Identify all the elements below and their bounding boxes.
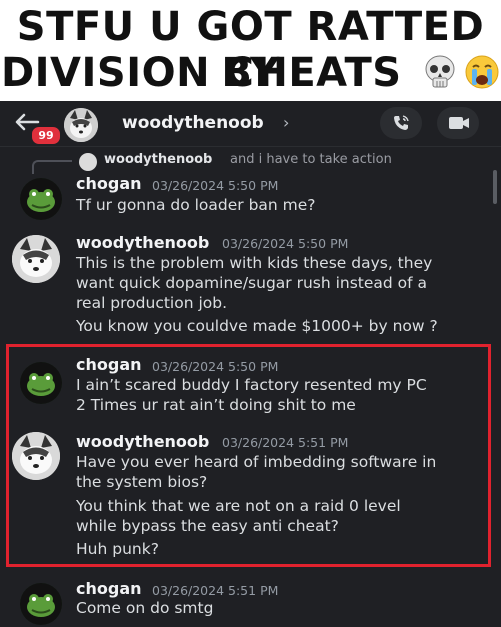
message-text: want quick dopamine/sugar rush instead o…	[76, 274, 428, 292]
message-timestamp: 03/26/2024 5:50 PM	[222, 236, 349, 251]
channel-name[interactable]: woodythenoob	[122, 113, 264, 133]
message-author[interactable]: woodythenoob	[76, 233, 209, 252]
scrollbar[interactable]	[493, 170, 497, 204]
dog-avatar-icon	[12, 235, 60, 283]
crying-emoji	[465, 55, 499, 89]
reply-connector	[32, 160, 72, 174]
phone-icon	[394, 115, 409, 130]
message-author[interactable]: chogan	[76, 174, 142, 193]
message-text: This is the problem with kids these days…	[76, 254, 433, 272]
avatar[interactable]	[20, 583, 62, 625]
reply-author[interactable]: woodythenoob	[104, 152, 212, 167]
chevron-right-icon[interactable]: ›	[283, 113, 289, 132]
video-call-button[interactable]	[437, 107, 479, 139]
reply-preview[interactable]: and i have to take action	[230, 152, 392, 167]
dog-avatar-icon	[64, 108, 98, 142]
unread-badge: 99	[30, 125, 62, 146]
video-camera-icon	[449, 117, 469, 129]
message-text: You know you couldve made $1000+ by now …	[76, 317, 438, 335]
highlight-box	[6, 344, 491, 567]
voice-call-button[interactable]	[380, 107, 422, 139]
meme-caption-line-2: DIVISION CHEATS	[0, 50, 501, 96]
avatar[interactable]	[20, 178, 62, 220]
message-text: real production job.	[76, 294, 228, 312]
message-timestamp: 03/26/2024 5:50 PM	[152, 178, 279, 193]
message-author[interactable]: chogan	[76, 579, 142, 598]
message-text: Tf ur gonna do loader ban me?	[76, 196, 316, 214]
message-timestamp: 03/26/2024 5:51 PM	[152, 583, 279, 598]
message-text: Come on do smtg	[76, 599, 214, 617]
chat-header: 99 woodythenoob ›	[0, 101, 501, 147]
frog-avatar-icon	[20, 583, 62, 625]
skull-emoji	[425, 55, 455, 88]
avatar[interactable]	[64, 108, 98, 142]
reply-avatar	[79, 153, 97, 171]
meme-caption: STFU U GOT RATTED BY DIVISION CHEATS	[0, 0, 501, 101]
meme-caption-line-2-text: DIVISION CHEATS	[0, 50, 402, 96]
frog-avatar-icon	[20, 178, 62, 220]
avatar[interactable]	[12, 235, 60, 283]
